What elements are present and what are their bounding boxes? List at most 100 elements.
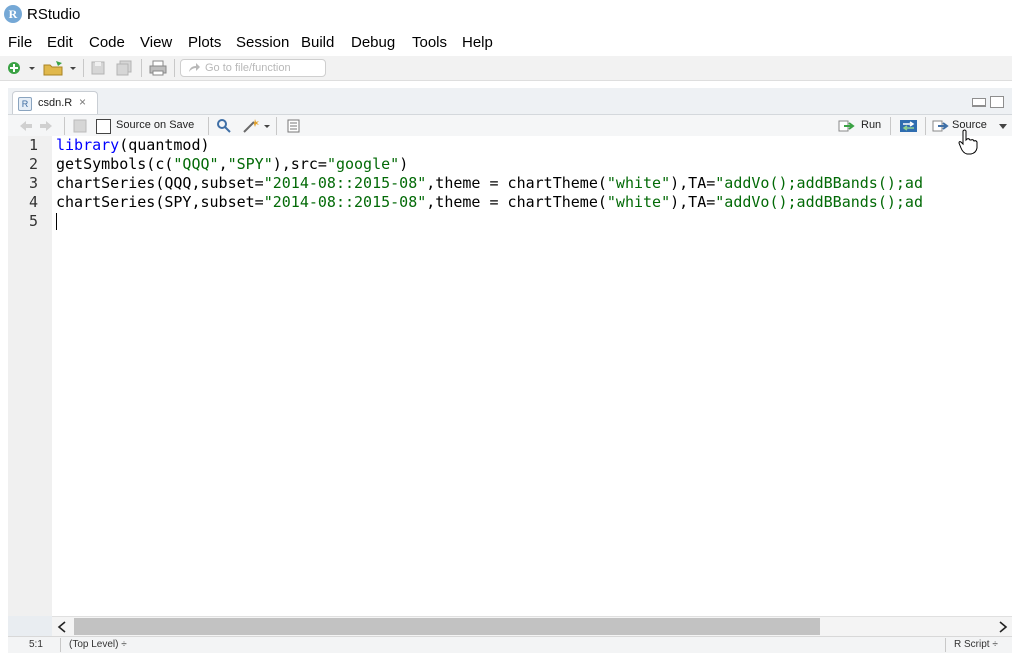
line-number-gutter: 1 2 3 4 5 (8, 136, 52, 616)
code-line[interactable]: library(quantmod) (56, 136, 210, 155)
menu-help[interactable]: Help (462, 34, 493, 51)
compile-report-icon[interactable] (285, 118, 301, 134)
source-on-save-label: Source on Save (116, 119, 195, 131)
scroll-right-icon[interactable] (998, 621, 1008, 633)
search-icon[interactable] (216, 118, 232, 134)
code-line[interactable]: chartSeries(SPY,subset="2014-08::2015-08… (56, 193, 923, 212)
menu-debug[interactable]: Debug (351, 34, 395, 51)
toolbar-separator (890, 117, 891, 135)
goto-placeholder: Go to file/function (205, 62, 291, 74)
new-file-button[interactable] (5, 59, 35, 77)
menu-code[interactable]: Code (89, 34, 125, 51)
line-number: 3 (28, 174, 38, 192)
hand-cursor-icon (958, 129, 978, 155)
run-label: Run (861, 119, 882, 131)
code-line[interactable]: getSymbols(c("QQQ","SPY"),src="google") (56, 155, 408, 174)
menu-file[interactable]: File (8, 34, 32, 51)
magic-wand-icon[interactable] (242, 118, 272, 134)
menu-bar: File Edit Code View Plots Session Build … (0, 30, 1012, 56)
tab-label: csdn.R (38, 97, 73, 109)
line-number: 1 (28, 136, 38, 154)
code-keyword: library (56, 136, 120, 154)
scroll-left-icon[interactable] (57, 621, 67, 633)
r-file-icon: R (18, 97, 32, 111)
code-token: chartSeries(QQQ,subset= (56, 174, 264, 192)
goto-file-function-input[interactable]: Go to file/function (180, 59, 326, 77)
rerun-icon[interactable] (899, 118, 919, 134)
code-token: ),TA= (670, 174, 716, 192)
close-tab-icon[interactable]: × (79, 95, 86, 109)
code-token: ) (399, 155, 409, 173)
horizontal-scrollbar[interactable] (52, 616, 1012, 637)
open-folder-icon (43, 61, 76, 76)
toolbar-separator (141, 59, 142, 77)
menu-view[interactable]: View (140, 34, 172, 51)
editor-status-bar: 5:1 (Top Level) ÷ R Script ÷ (8, 636, 1012, 653)
code-token: chartSeries(SPY,subset= (56, 193, 264, 211)
code-token: , (218, 155, 228, 173)
code-string: "2014-08::2015-08" (263, 193, 427, 211)
save-icon (91, 61, 105, 75)
scrollbar-thumb[interactable] (74, 618, 820, 635)
line-number: 5 (28, 212, 38, 230)
menu-tools[interactable]: Tools (412, 34, 447, 51)
goto-arrow-icon (189, 63, 200, 72)
menu-build[interactable]: Build (301, 34, 334, 51)
code-editor[interactable]: 1 2 3 4 5 library(quantmod) getSymbols(c(… (8, 136, 1012, 616)
run-button[interactable]: Run (838, 118, 884, 134)
code-token: getSymbols(c( (56, 155, 174, 173)
minimize-pane-icon[interactable] (972, 98, 986, 107)
code-string: "google" (326, 155, 400, 173)
back-forward-icon[interactable] (18, 118, 54, 134)
toolbar-separator (174, 59, 175, 77)
source-arrow-icon (932, 120, 949, 132)
line-number: 4 (28, 193, 38, 211)
save-all-icon (116, 60, 132, 76)
editor-tab-strip: R csdn.R × (8, 88, 1012, 115)
cursor-position: 5:1 (29, 639, 43, 650)
main-toolbar: Go to file/function (0, 56, 1012, 81)
save-icon[interactable] (72, 118, 88, 134)
code-string: "addVo();addBBands();ad (715, 193, 923, 211)
code-string: "addVo();addBBands();ad (715, 174, 923, 192)
source-on-save-checkbox[interactable] (96, 119, 111, 134)
toolbar-separator (925, 117, 926, 135)
toolbar-separator (208, 117, 209, 135)
title-bar: R RStudio (0, 0, 1012, 30)
toolbar-separator (64, 117, 65, 135)
file-type-selector[interactable]: R Script ÷ (954, 639, 998, 650)
menu-edit[interactable]: Edit (47, 34, 73, 51)
chevron-down-icon[interactable] (999, 124, 1007, 130)
app-title: RStudio (27, 6, 81, 23)
code-token: (quantmod) (119, 136, 210, 154)
menu-plots[interactable]: Plots (188, 34, 221, 51)
text-cursor (56, 213, 57, 230)
new-file-icon (8, 62, 35, 74)
maximize-pane-icon[interactable] (990, 96, 1004, 108)
code-string: "2014-08::2015-08" (263, 174, 427, 192)
print-icon (149, 60, 167, 76)
save-all-button[interactable] (116, 59, 134, 77)
status-separator (945, 638, 946, 652)
toolbar-separator (276, 117, 277, 135)
open-file-button[interactable] (42, 59, 78, 77)
save-button[interactable] (90, 59, 106, 77)
rstudio-logo-icon: R (4, 5, 22, 23)
code-line[interactable]: chartSeries(QQQ,subset="2014-08::2015-08… (56, 174, 923, 193)
source-pane: R csdn.R × Source on Save Run Source 1 2… (8, 88, 1012, 653)
menu-session[interactable]: Session (236, 34, 289, 51)
status-separator (60, 638, 61, 652)
tab-csdn-r[interactable]: R csdn.R × (12, 91, 98, 115)
code-string: "white" (606, 193, 671, 211)
code-string: "white" (606, 174, 671, 192)
code-token: ,theme = chartTheme( (426, 193, 607, 211)
code-string: "SPY" (227, 155, 273, 173)
code-token: ,theme = chartTheme( (426, 174, 607, 192)
code-token: ),src= (272, 155, 327, 173)
scope-selector[interactable]: (Top Level) ÷ (69, 639, 127, 650)
code-token: ),TA= (670, 193, 716, 211)
print-button[interactable] (148, 59, 168, 77)
toolbar-separator (83, 59, 84, 77)
code-text-area[interactable]: library(quantmod) getSymbols(c("QQQ","SPY… (56, 136, 1012, 616)
run-arrow-icon (838, 120, 855, 132)
